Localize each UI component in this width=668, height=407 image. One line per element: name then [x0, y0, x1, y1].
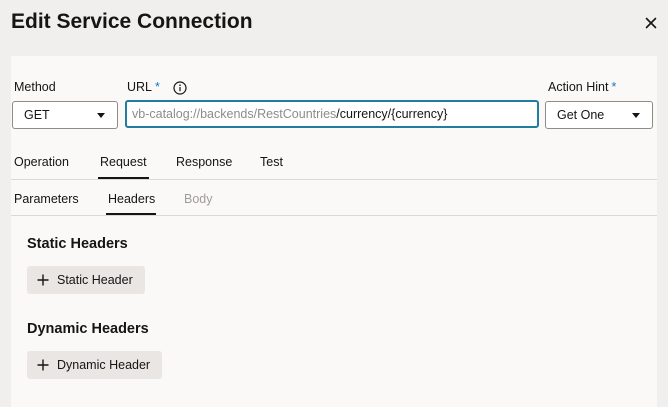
method-select[interactable]: GET — [12, 101, 118, 129]
close-icon — [645, 17, 657, 29]
info-icon[interactable] — [173, 81, 187, 95]
plus-icon — [37, 274, 49, 286]
caret-down-icon — [97, 113, 105, 118]
url-suffix: /currency/{currency} — [336, 107, 448, 121]
url-prefix: vb-catalog://backends/RestCountries — [132, 107, 337, 121]
edit-service-connection-dialog: Edit Service Connection Method URL * Acti… — [0, 0, 668, 407]
url-required-mark: * — [155, 80, 160, 94]
close-button[interactable] — [640, 12, 662, 34]
subtab-parameters[interactable]: Parameters — [14, 192, 79, 206]
action-hint-label: Action Hint * — [548, 80, 617, 94]
tab-response[interactable]: Response — [176, 155, 232, 169]
tab-operation[interactable]: Operation — [14, 155, 69, 169]
action-hint-required-mark: * — [611, 80, 617, 94]
plus-icon — [37, 359, 49, 371]
tab-test[interactable]: Test — [260, 155, 283, 169]
static-headers-title: Static Headers — [27, 236, 128, 252]
url-label: URL * — [127, 80, 160, 94]
tab-request[interactable]: Request — [100, 155, 147, 169]
subtab-body[interactable]: Body — [184, 192, 213, 206]
add-static-header-button[interactable]: Static Header — [27, 266, 145, 294]
tabs-divider — [11, 179, 657, 180]
dialog-header: Edit Service Connection — [0, 0, 668, 56]
add-dynamic-header-button[interactable]: Dynamic Header — [27, 351, 163, 379]
dialog-title: Edit Service Connection — [11, 10, 253, 33]
action-hint-select[interactable]: Get One — [545, 101, 653, 129]
subtab-headers[interactable]: Headers — [108, 192, 155, 206]
dynamic-headers-title: Dynamic Headers — [27, 321, 149, 337]
caret-down-icon — [632, 113, 640, 118]
url-input[interactable]: vb-catalog://backends/RestCountries/curr… — [125, 100, 539, 128]
method-label: Method — [14, 80, 56, 94]
subtabs-divider — [11, 215, 657, 216]
